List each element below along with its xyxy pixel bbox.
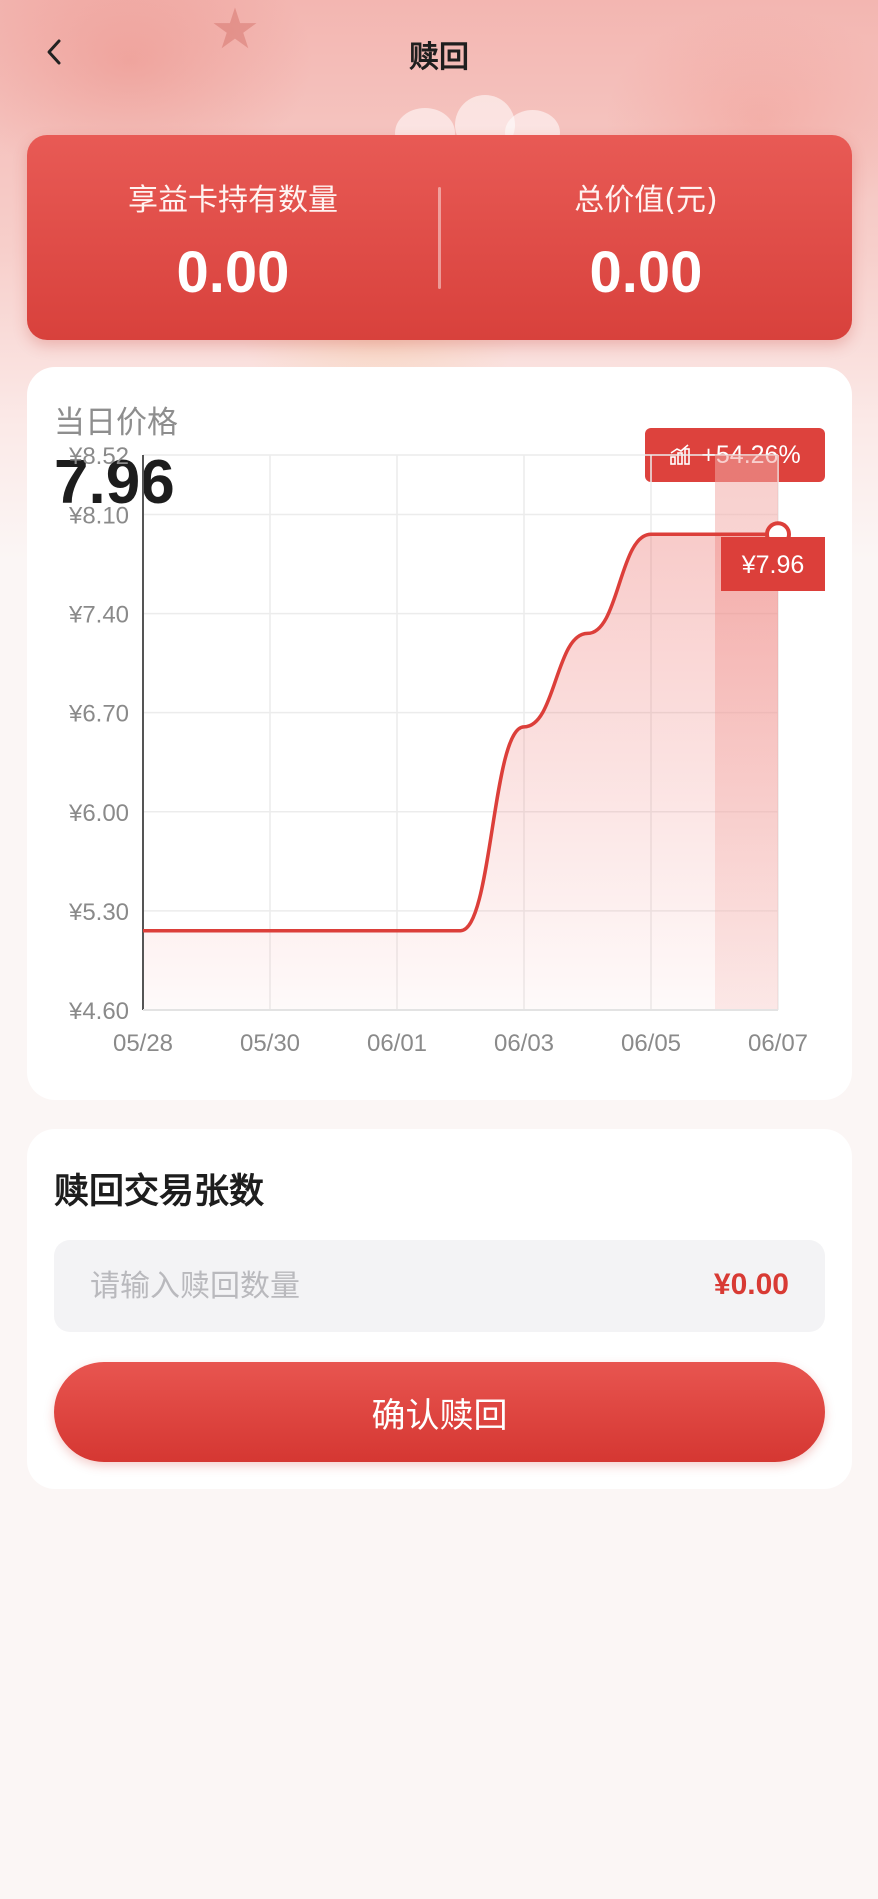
price-line-chart: ¥4.60 ¥5.30 ¥6.00 ¥6.70 ¥7.40 ¥8.10 ¥8.52 05/2… <box>68 443 825 1057</box>
holdings-label: 享益卡持有数量 <box>128 183 338 218</box>
y-tick-label: ¥4.60 <box>68 998 129 1025</box>
x-tick-label: 06/03 <box>494 1030 554 1057</box>
holdings-stat: 享益卡持有数量 0.00 <box>27 175 439 306</box>
total-value-stat: 总价值(元) 0.00 <box>440 175 852 306</box>
top-navigation-bar: 赎回 <box>0 18 878 88</box>
page-title: 赎回 <box>409 40 469 75</box>
total-value-label: 总价值(元) <box>574 183 718 218</box>
y-tick-label: ¥5.30 <box>68 899 129 926</box>
y-tick-label: ¥6.70 <box>68 701 129 728</box>
redeem-quantity-input[interactable] <box>90 1240 650 1332</box>
holdings-value: 0.00 <box>176 240 290 305</box>
total-value-amount: 0.00 <box>589 240 703 305</box>
x-tick-label: 05/28 <box>113 1030 173 1057</box>
redeem-quantity-field: ¥0.00 <box>54 1240 825 1332</box>
y-tick-label: ¥6.00 <box>68 800 129 827</box>
x-tick-label: 05/30 <box>240 1030 300 1057</box>
holdings-summary-card: 享益卡持有数量 0.00 总价值(元) 0.00 <box>27 135 852 340</box>
y-tick-label: ¥8.10 <box>68 502 129 529</box>
price-chart-card: 当日价格 7.96 +54.26% ¥4.60¥5.30¥6.00¥6.70¥7… <box>27 367 852 1100</box>
y-tick-label: ¥8.52 <box>68 443 129 470</box>
redeem-amount: ¥0.00 <box>713 1268 789 1301</box>
price-area-fill <box>143 534 778 1010</box>
confirm-redeem-button[interactable]: 确认赎回 <box>54 1362 825 1462</box>
redeem-title: 赎回交易张数 <box>54 1172 265 1212</box>
x-tick-label: 06/07 <box>748 1030 808 1057</box>
price-tooltip-label: ¥7.96 <box>741 551 805 579</box>
x-tick-label: 06/05 <box>621 1030 681 1057</box>
redeem-card: 赎回交易张数 ¥0.00 确认赎回 <box>27 1129 852 1489</box>
x-tick-label: 06/01 <box>367 1030 427 1057</box>
y-tick-label: ¥7.40 <box>68 602 129 629</box>
